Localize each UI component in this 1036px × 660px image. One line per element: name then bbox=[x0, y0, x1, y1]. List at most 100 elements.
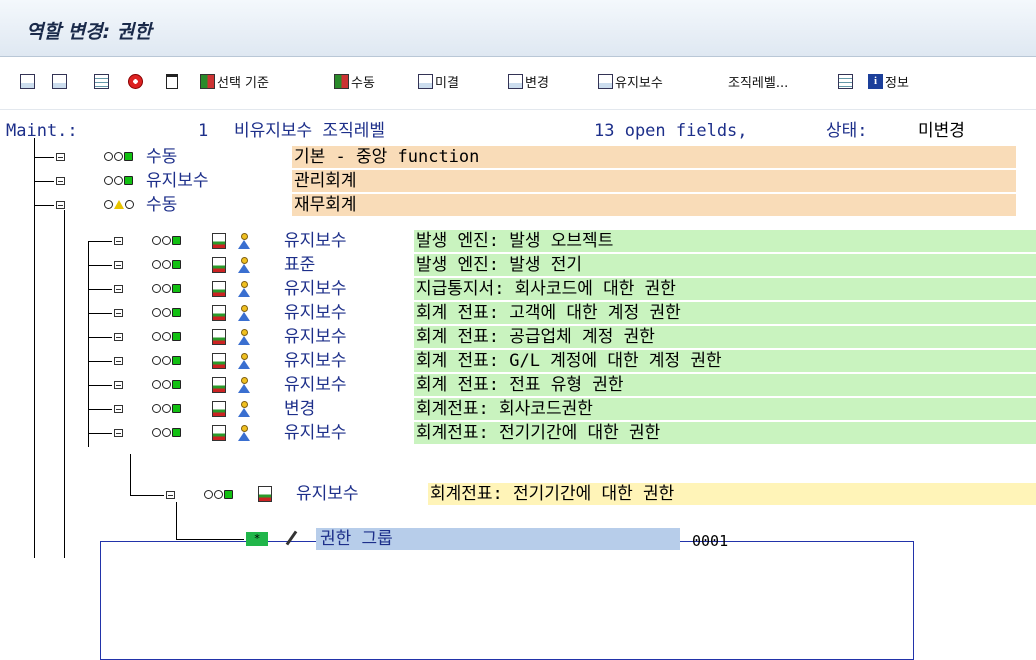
maintained-icon bbox=[598, 73, 613, 89]
authorization-object-icon bbox=[212, 257, 226, 273]
info-icon: i bbox=[868, 73, 883, 89]
expand-node-icon[interactable] bbox=[114, 261, 123, 269]
node-status: 유지보수 bbox=[284, 279, 347, 299]
expand-node-icon[interactable] bbox=[56, 153, 65, 161]
tree-line bbox=[130, 495, 164, 496]
traffic-light-icon bbox=[152, 236, 181, 246]
node-text[interactable]: 회계 전표: G/L 계정에 대한 계정 권한 bbox=[416, 350, 722, 372]
list-icon bbox=[838, 73, 853, 89]
tree-line bbox=[88, 385, 112, 386]
node-text[interactable]: 회계전표: 회사코드권한 bbox=[416, 398, 593, 420]
node-text[interactable]: 회계 전표: 전표 유형 권한 bbox=[416, 374, 624, 396]
expand-node-icon[interactable] bbox=[114, 309, 123, 317]
traffic-light-icon bbox=[204, 490, 233, 500]
authorization-object-icon bbox=[258, 486, 272, 502]
changed-button[interactable]: 변경 bbox=[508, 70, 549, 92]
traffic-light-icon bbox=[152, 428, 181, 438]
tree-line bbox=[176, 502, 177, 540]
node-text[interactable]: 재무회계 bbox=[294, 194, 357, 216]
open-fields: 13 open fields, bbox=[594, 121, 748, 141]
node-text[interactable]: 회계 전표: 공급업체 계정 권한 bbox=[416, 326, 655, 348]
node-status: 수동 bbox=[146, 147, 178, 167]
collapse-icon bbox=[52, 73, 67, 89]
open-button[interactable]: 미결 bbox=[418, 70, 459, 92]
maintained-button[interactable]: 유지보수 bbox=[598, 70, 663, 92]
authorization-object-icon bbox=[212, 401, 226, 417]
expand-node-icon[interactable] bbox=[114, 357, 123, 365]
expand-node-icon[interactable] bbox=[114, 333, 123, 341]
node-text[interactable]: 기본 - 중앙 function bbox=[294, 146, 479, 168]
collapse-node-icon[interactable] bbox=[114, 429, 123, 437]
field-value[interactable]: 0001 bbox=[692, 530, 728, 552]
collapse-node-icon[interactable] bbox=[166, 491, 175, 499]
tree-line bbox=[88, 241, 112, 242]
user-icon bbox=[236, 377, 252, 393]
title-bar: 역할 변경: 권한 bbox=[0, 0, 1036, 57]
select-criteria-button[interactable]: 선택 기준 bbox=[200, 70, 269, 92]
node-status: 유지보수 bbox=[296, 484, 359, 504]
node-status: 유지보수 bbox=[146, 171, 209, 191]
tree-line bbox=[88, 433, 112, 434]
user-icon bbox=[236, 401, 252, 417]
node-status: 수동 bbox=[146, 195, 178, 215]
deactivate-icon bbox=[128, 73, 143, 89]
node-text[interactable]: 회계전표: 전기기간에 대한 권한 bbox=[430, 483, 674, 505]
traffic-light-icon bbox=[104, 200, 134, 210]
authorization-tree: Maint.: 1 비유지보수 조직레벨 13 open fields, 상태:… bbox=[0, 110, 1036, 660]
node-status: 유지보수 bbox=[284, 327, 347, 347]
info-button[interactable]: i 정보 bbox=[868, 70, 909, 92]
user-icon bbox=[236, 305, 252, 321]
open-label: 미결 bbox=[435, 75, 459, 91]
deactivate-button[interactable] bbox=[128, 70, 143, 92]
expand-node-icon[interactable] bbox=[114, 285, 123, 293]
org-levels-button[interactable]: 조직레벨... bbox=[726, 70, 788, 92]
user-icon bbox=[236, 257, 252, 273]
tree-line bbox=[88, 289, 112, 290]
tree-line bbox=[34, 181, 54, 182]
node-text[interactable]: 발생 엔진: 발생 오브젝트 bbox=[416, 230, 613, 252]
open-icon bbox=[418, 73, 433, 89]
open-count: 1 bbox=[198, 121, 209, 141]
tree-line bbox=[88, 409, 112, 410]
node-text[interactable]: 지급통지서: 회사코드에 대한 권한 bbox=[416, 278, 676, 300]
changed-icon bbox=[508, 73, 523, 89]
delete-button[interactable] bbox=[166, 70, 178, 92]
select-criteria-icon bbox=[200, 73, 215, 89]
org-levels-label: 조직레벨... bbox=[728, 75, 789, 91]
grid-button[interactable] bbox=[94, 70, 109, 92]
star-icon: * bbox=[246, 532, 268, 546]
node-text[interactable]: 회계전표: 전기기간에 대한 권한 bbox=[416, 422, 660, 444]
page-title: 역할 변경: 권한 bbox=[26, 21, 152, 43]
manual-button[interactable]: 수동 bbox=[334, 70, 375, 92]
list-button[interactable] bbox=[838, 70, 853, 92]
expand-node-icon[interactable] bbox=[114, 405, 123, 413]
expand-icon bbox=[20, 73, 35, 89]
expand-node-icon[interactable] bbox=[114, 237, 123, 245]
user-icon bbox=[236, 425, 252, 441]
collapse-button[interactable] bbox=[52, 70, 67, 92]
node-text[interactable]: 회계 전표: 고객에 대한 계정 권한 bbox=[416, 302, 681, 324]
expand-button[interactable] bbox=[20, 70, 35, 92]
selection-frame bbox=[100, 541, 914, 660]
traffic-light-icon bbox=[152, 284, 181, 294]
field-name: 권한 그룹 bbox=[320, 529, 393, 549]
authorization-object-icon bbox=[212, 377, 226, 393]
authorization-object-icon bbox=[212, 425, 226, 441]
expand-node-icon[interactable] bbox=[114, 381, 123, 389]
node-status: 유지보수 bbox=[284, 423, 347, 443]
tree-line bbox=[34, 205, 54, 206]
traffic-light-icon bbox=[104, 176, 133, 186]
level1-highlight bbox=[292, 170, 1016, 192]
node-text[interactable]: 관리회계 bbox=[294, 170, 357, 192]
node-text[interactable]: 발생 엔진: 발생 전기 bbox=[416, 254, 582, 276]
maintained-label: 유지보수 bbox=[615, 75, 663, 91]
changed-label: 변경 bbox=[525, 75, 549, 91]
collapse-node-icon[interactable] bbox=[56, 201, 65, 209]
unmaintained-label: 비유지보수 조직레벨 bbox=[234, 121, 385, 141]
traffic-light-icon bbox=[152, 380, 181, 390]
user-icon bbox=[236, 329, 252, 345]
expand-node-icon[interactable] bbox=[56, 177, 65, 185]
node-status: 유지보수 bbox=[284, 351, 347, 371]
node-status: 유지보수 bbox=[284, 231, 347, 251]
traffic-light-icon bbox=[104, 152, 133, 162]
